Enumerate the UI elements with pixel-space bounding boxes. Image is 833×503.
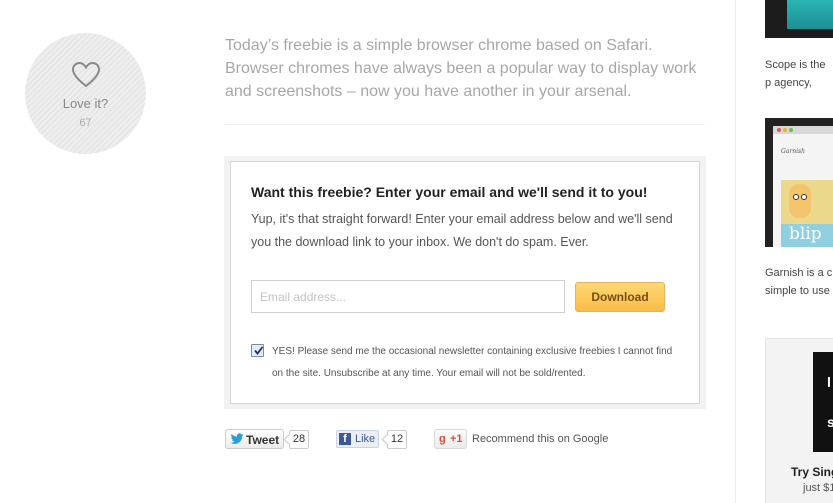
google-g-icon: g	[439, 433, 446, 445]
garnish-thumbnail[interactable]: Garnish blip	[765, 118, 833, 247]
character-face-icon	[789, 184, 811, 218]
blip-logo-icon: blip	[789, 224, 822, 244]
scope-thumbnail-image	[787, 0, 833, 29]
checkmark-icon	[254, 346, 264, 355]
download-button[interactable]: Download	[575, 282, 665, 312]
plus-one-label: +1	[450, 433, 463, 445]
minimize-dot-icon	[783, 128, 787, 132]
tweet-count: 28	[289, 430, 309, 449]
scope-description: Scope is the p agency, freela	[765, 59, 826, 89]
twitter-bird-icon	[230, 433, 244, 444]
love-it-button[interactable]: Love it? 67	[25, 33, 146, 154]
sidebar-divider	[735, 0, 736, 503]
ad-image-glyph-icon: l	[827, 374, 831, 390]
love-label: Love it?	[62, 96, 109, 111]
ad-image: l s	[813, 352, 833, 452]
newsletter-label: YES! Please send me the occasional newsl…	[272, 346, 673, 379]
maximize-dot-icon	[789, 128, 793, 132]
facebook-like-button[interactable]: f Like	[336, 430, 379, 448]
garnish-logo-icon: Garnish	[781, 148, 805, 155]
facebook-icon: f	[339, 433, 351, 445]
love-count: 67	[79, 117, 92, 129]
tweet-label: Tweet	[246, 433, 280, 447]
close-dot-icon	[777, 128, 781, 132]
google-plus-one-button[interactable]: g +1	[434, 429, 467, 449]
like-count: 12	[387, 430, 407, 449]
eye-icon	[801, 194, 807, 200]
ad-subtitle: just $1	[803, 482, 833, 494]
freebie-title: Want this freebie? Enter your email and …	[251, 184, 648, 200]
heart-icon	[71, 61, 101, 88]
divider	[225, 124, 705, 125]
ad-image-glyph-icon: s	[827, 414, 833, 430]
like-label: Like	[355, 433, 376, 445]
newsletter-checkbox[interactable]	[251, 344, 264, 357]
eye-icon	[793, 194, 799, 200]
google-recommend-text: Recommend this on Google	[472, 433, 609, 445]
freebie-description: Yup, it's that straight forward! Enter y…	[251, 212, 673, 249]
tweet-button[interactable]: Tweet	[225, 429, 284, 449]
ad-title: Try Sing	[791, 465, 833, 479]
browser-bar	[773, 126, 833, 134]
scope-thumbnail[interactable]	[765, 0, 833, 38]
article-intro: Today’s freebie is a simple browser chro…	[225, 37, 697, 100]
garnish-description: Garnish is a c simple to use p	[765, 267, 833, 297]
email-input[interactable]	[251, 280, 565, 313]
